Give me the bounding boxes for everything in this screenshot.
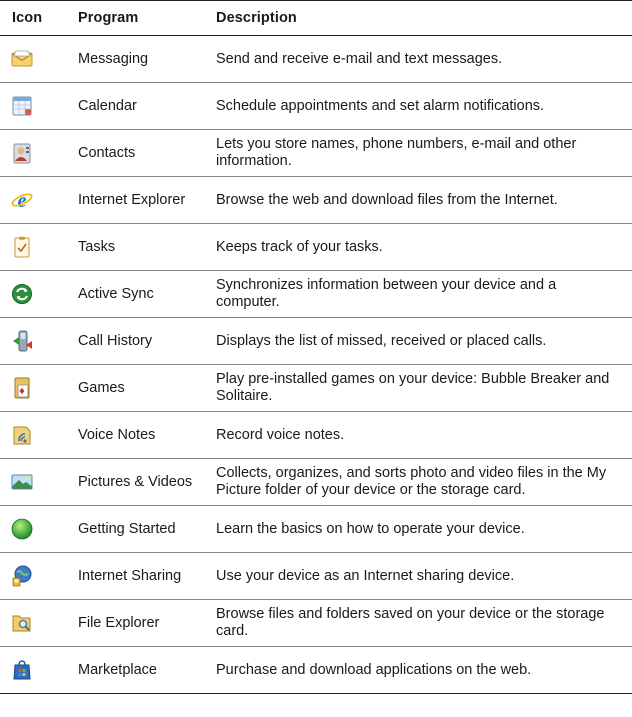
program-name: File Explorer xyxy=(66,599,204,647)
tasks-icon xyxy=(10,235,34,259)
program-name: Contacts xyxy=(66,129,204,177)
program-description: Synchronizes information between your de… xyxy=(204,270,632,318)
marketplace-icon xyxy=(10,658,34,682)
file-explorer-icon xyxy=(10,611,34,635)
program-description: Keeps track of your tasks. xyxy=(204,223,632,271)
contacts-icon xyxy=(10,141,34,165)
program-description: Collects, organizes, and sorts photo and… xyxy=(204,458,632,506)
table-row: e Internet Explorer Browse the web and d… xyxy=(0,176,632,224)
table-row: File Explorer Browse files and folders s… xyxy=(0,599,632,647)
games-icon xyxy=(10,376,34,400)
program-name: Call History xyxy=(66,317,204,365)
table-row: Contacts Lets you store names, phone num… xyxy=(0,129,632,177)
program-description: Record voice notes. xyxy=(204,411,632,459)
internet-explorer-icon: e xyxy=(10,188,34,212)
calendar-icon xyxy=(10,94,34,118)
program-name: Messaging xyxy=(66,35,204,83)
table-row: Messaging Send and receive e-mail and te… xyxy=(0,35,632,83)
pictures-icon xyxy=(10,470,34,494)
program-name: Calendar xyxy=(66,82,204,130)
program-description: Play pre-installed games on your device:… xyxy=(204,364,632,412)
voice-notes-icon xyxy=(10,423,34,447)
program-name: Pictures & Videos xyxy=(66,458,204,506)
program-description: Send and receive e-mail and text message… xyxy=(204,35,632,83)
header-icon: Icon xyxy=(0,0,66,36)
program-description: Purchase and download applications on th… xyxy=(204,646,632,694)
table-row: Internet Sharing Use your device as an I… xyxy=(0,552,632,600)
program-description: Displays the list of missed, received or… xyxy=(204,317,632,365)
table-header-row: Icon Program Description xyxy=(0,0,632,36)
program-description: Schedule appointments and set alarm noti… xyxy=(204,82,632,130)
program-description: Lets you store names, phone numbers, e-m… xyxy=(204,129,632,177)
program-table: Icon Program Description Messaging Send … xyxy=(0,0,632,694)
table-row: Tasks Keeps track of your tasks. xyxy=(0,223,632,271)
table-row: Active Sync Synchronizes information bet… xyxy=(0,270,632,318)
table-row: Voice Notes Record voice notes. xyxy=(0,411,632,459)
program-description: Learn the basics on how to operate your … xyxy=(204,505,632,553)
program-name: Internet Sharing xyxy=(66,552,204,600)
program-name: Voice Notes xyxy=(66,411,204,459)
header-program: Program xyxy=(66,0,204,36)
program-table-page: Icon Program Description Messaging Send … xyxy=(0,0,632,694)
table-row: Pictures & Videos Collects, organizes, a… xyxy=(0,458,632,506)
table-row: Call History Displays the list of missed… xyxy=(0,317,632,365)
program-description: Browse files and folders saved on your d… xyxy=(204,599,632,647)
program-description: Browse the web and download files from t… xyxy=(204,176,632,224)
program-name: Getting Started xyxy=(66,505,204,553)
program-name: Active Sync xyxy=(66,270,204,318)
program-name: Games xyxy=(66,364,204,412)
program-name: Marketplace xyxy=(66,646,204,694)
internet-sharing-icon xyxy=(10,564,34,588)
program-description: Use your device as an Internet sharing d… xyxy=(204,552,632,600)
table-row: Getting Started Learn the basics on how … xyxy=(0,505,632,553)
table-row: Games Play pre-installed games on your d… xyxy=(0,364,632,412)
envelope-icon xyxy=(10,47,34,71)
getting-started-icon xyxy=(10,517,34,541)
program-name: Tasks xyxy=(66,223,204,271)
program-name: Internet Explorer xyxy=(66,176,204,224)
table-row: Marketplace Purchase and download applic… xyxy=(0,646,632,694)
call-history-icon xyxy=(10,329,34,353)
svg-text:e: e xyxy=(18,190,27,212)
table-row: Calendar Schedule appointments and set a… xyxy=(0,82,632,130)
activesync-icon xyxy=(10,282,34,306)
header-description: Description xyxy=(204,0,632,36)
